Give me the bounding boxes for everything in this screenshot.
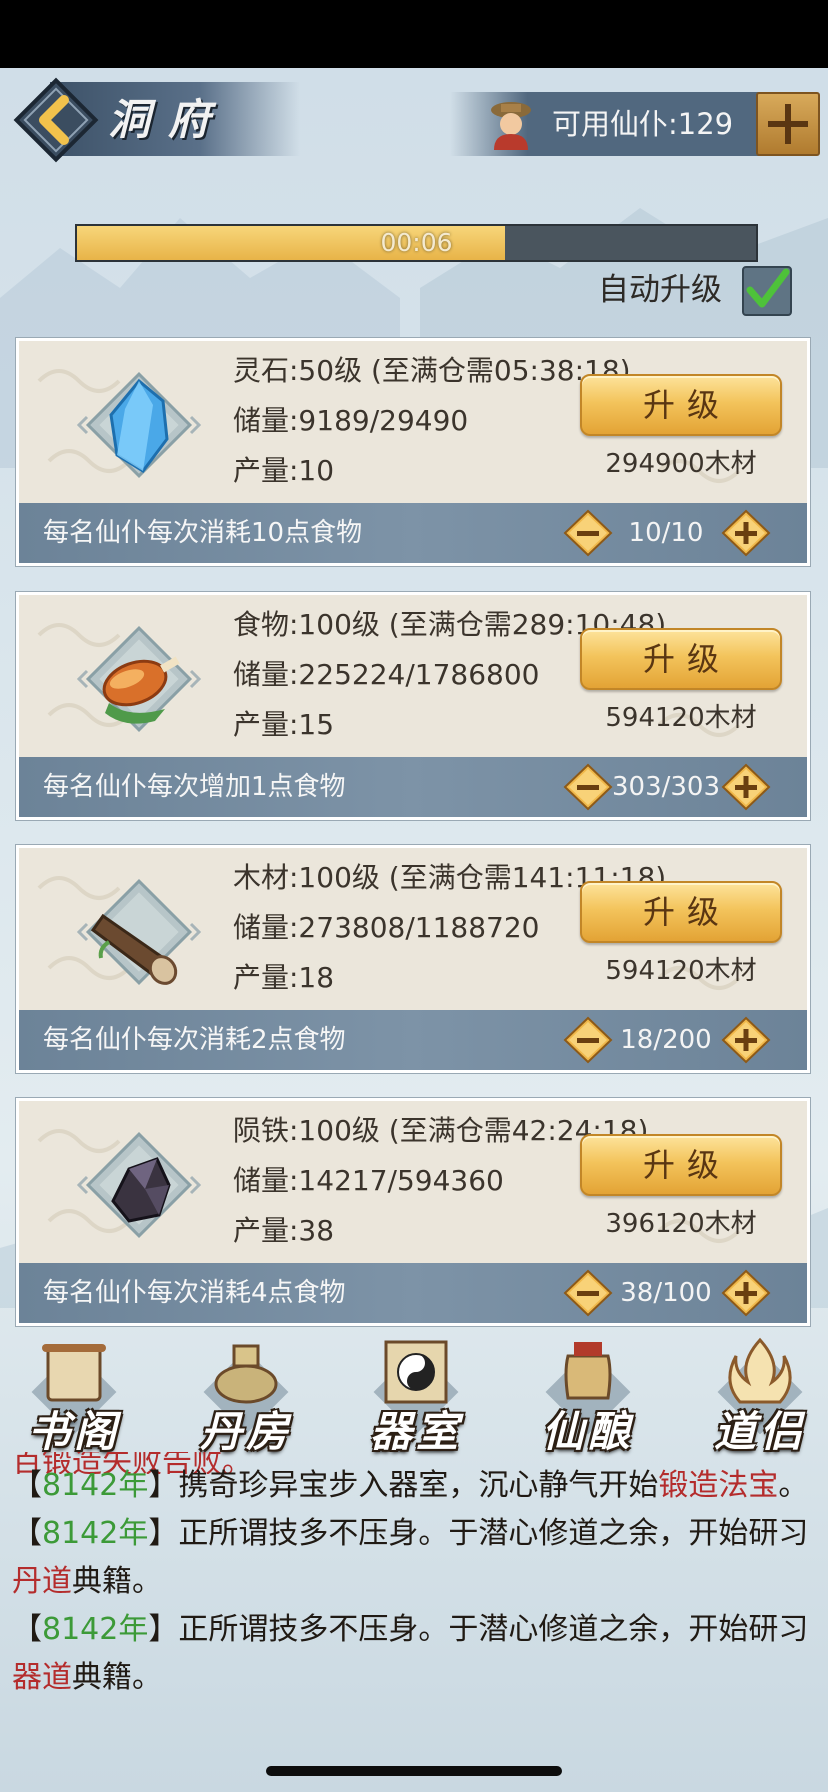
log-bracket-close: 】 xyxy=(148,1468,179,1503)
auto-upgrade-checkbox[interactable] xyxy=(742,266,792,316)
checkmark-icon xyxy=(746,268,790,308)
resource-output: 产量:18 xyxy=(233,961,335,994)
worker-count: 18/200 xyxy=(620,1025,712,1055)
log-bracket-open: 【 xyxy=(12,1468,42,1503)
log-entry: 【8142年】携奇珍异宝步入器室，沉心静气开始锻造法宝。 xyxy=(12,1462,818,1510)
back-button[interactable] xyxy=(8,72,104,168)
log-entry: 【8142年】正所谓技多不压身。于潜心修道之余，开始研习器道典籍。 xyxy=(12,1606,818,1702)
food-consumption-text: 每名仙仆每次增加1点食物 xyxy=(43,772,346,802)
upgrade-button[interactable]: 升级 xyxy=(580,881,782,943)
home-indicator[interactable] xyxy=(266,1766,562,1776)
minus-button[interactable] xyxy=(563,509,613,557)
worker-count: 10/10 xyxy=(628,518,704,548)
minus-icon xyxy=(577,785,599,790)
log-highlight: 丹道 xyxy=(12,1564,72,1599)
log-text: 携奇珍异宝步入器室，沉心静气开始 xyxy=(178,1468,659,1503)
food-consumption-text: 每名仙仆每次消耗10点食物 xyxy=(43,518,363,548)
plus-button[interactable] xyxy=(721,1269,771,1317)
resource-stock: 储量:14217/594360 xyxy=(233,1164,504,1197)
resource-output: 产量:15 xyxy=(233,708,335,741)
log-text: 正所谓技多不压身。于潜心修道之余，开始研习 xyxy=(178,1516,809,1551)
nav-label: 器室 xyxy=(369,1407,462,1456)
upgrade-button[interactable]: 升级 xyxy=(580,628,782,690)
food-consumption-text: 每名仙仆每次消耗4点食物 xyxy=(43,1278,346,1308)
resource-card: 食物:100级 (至满仓需289:10:48) 储量:225224/1786800… xyxy=(16,592,810,820)
log-tail: 典籍。 xyxy=(72,1660,162,1695)
card-footer: 每名仙仆每次增加1点食物 303/303 xyxy=(19,757,807,817)
auto-upgrade-label: 自动升级 xyxy=(598,272,722,308)
add-worker-button[interactable] xyxy=(756,92,820,156)
nav-label: 书阁 xyxy=(27,1407,120,1456)
nav-item-3[interactable]: 器室 xyxy=(356,1332,476,1462)
progress-time: 00:06 xyxy=(380,228,453,257)
log-year: 8142年 xyxy=(42,1612,149,1647)
resource-card: 灵石:50级 (至满仓需05:38:18) 储量:9189/29490 产量:10 升… xyxy=(16,338,810,566)
resource-stock: 储量:9189/29490 xyxy=(233,404,469,437)
log-bracket-close: 】 xyxy=(148,1516,179,1551)
upgrade-cost: 396120木材 xyxy=(605,1209,757,1239)
plus-icon xyxy=(768,104,808,144)
plus-button[interactable] xyxy=(721,1016,771,1064)
resource-card: 木材:100级 (至满仓需141:11:18) 储量:273808/1188720… xyxy=(16,845,810,1073)
log-bracket-open: 【 xyxy=(12,1516,42,1551)
nav-label: 丹房 xyxy=(199,1407,292,1456)
available-workers-label: 可用仙仆:129 xyxy=(552,107,734,141)
minus-button[interactable] xyxy=(563,1016,613,1064)
log-highlight: 锻造法宝 xyxy=(658,1468,779,1503)
resource-output: 产量:38 xyxy=(233,1214,335,1247)
log-text: 正所谓技多不压身。于潜心修道之余，开始研习 xyxy=(178,1612,809,1647)
meteor-iron-icon xyxy=(76,1131,202,1239)
status-bar xyxy=(0,0,828,68)
nav-label: 仙酿 xyxy=(541,1407,634,1456)
log-bracket-open: 【 xyxy=(12,1612,42,1647)
resource-level: 灵石:50级 (至满仓需05:38:18) xyxy=(233,354,631,387)
log-year: 8142年 xyxy=(42,1516,149,1551)
resource-output: 产量:10 xyxy=(233,454,335,487)
minus-button[interactable] xyxy=(563,763,613,811)
log-bracket-close: 】 xyxy=(148,1612,179,1647)
nav-item-2[interactable]: 丹房 xyxy=(186,1332,306,1462)
upgrade-cost: 294900木材 xyxy=(605,449,757,479)
nav-item-4[interactable]: 仙酿 xyxy=(528,1332,648,1462)
upgrade-cost: 594120木材 xyxy=(605,703,757,733)
spirit-stone-icon xyxy=(76,371,202,479)
resource-card: 陨铁:100级 (至满仓需42:24:18) 储量:14217/594360 产量:… xyxy=(16,1098,810,1326)
log-year: 8142年 xyxy=(42,1468,149,1503)
upgrade-cost: 594120木材 xyxy=(605,956,757,986)
log-entry: 【8142年】正所谓技多不压身。于潜心修道之余，开始研习丹道典籍。 xyxy=(12,1510,818,1606)
progress-bar: 00:06 xyxy=(75,224,758,262)
upgrade-button[interactable]: 升级 xyxy=(580,374,782,436)
event-log: 【8142年】携奇珍异宝步入器室，沉心静气开始锻造法宝。 【8142年】正所谓技多… xyxy=(12,1462,818,1792)
minus-icon xyxy=(577,1038,599,1043)
minus-icon xyxy=(577,531,599,536)
food-drumstick-icon xyxy=(76,625,202,733)
plus-button[interactable] xyxy=(721,509,771,557)
upgrade-button[interactable]: 升级 xyxy=(580,1134,782,1196)
page-title: 洞府 xyxy=(108,95,229,144)
resource-stock: 储量:225224/1786800 xyxy=(233,658,540,691)
food-consumption-text: 每名仙仆每次消耗2点食物 xyxy=(43,1025,346,1055)
log-highlight: 器道 xyxy=(12,1660,72,1695)
card-footer: 每名仙仆每次消耗10点食物 10/10 xyxy=(19,503,807,563)
card-footer: 每名仙仆每次消耗2点食物 18/200 xyxy=(19,1010,807,1070)
nav-label: 道侣 xyxy=(713,1407,806,1456)
minus-icon xyxy=(577,1291,599,1296)
card-footer: 每名仙仆每次消耗4点食物 38/100 xyxy=(19,1263,807,1323)
nav-item-1[interactable]: 书阁 xyxy=(14,1332,134,1462)
worker-count: 303/303 xyxy=(611,772,720,802)
nav-item-5[interactable]: 道侣 xyxy=(700,1332,820,1462)
plus-button[interactable] xyxy=(721,763,771,811)
worker-count: 38/100 xyxy=(620,1278,712,1308)
resource-stock: 储量:273808/1188720 xyxy=(233,911,540,944)
wood-log-icon xyxy=(76,878,202,986)
log-tail: 。 xyxy=(778,1468,809,1503)
log-tail: 典籍。 xyxy=(72,1564,162,1599)
servant-avatar-icon xyxy=(491,102,531,150)
minus-button[interactable] xyxy=(563,1269,613,1317)
